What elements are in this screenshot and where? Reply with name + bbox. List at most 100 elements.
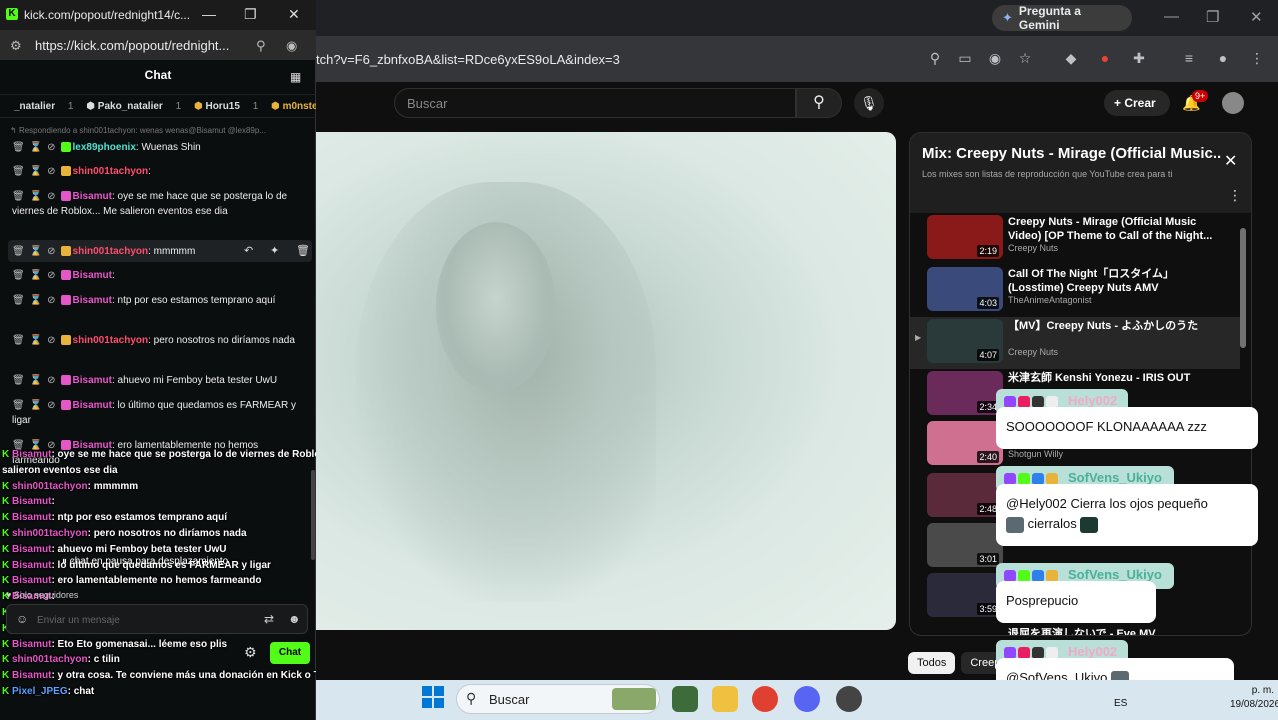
app-icon[interactable] [672,686,698,712]
top-user[interactable]: ⬢ m0nste [271,101,316,112]
minimize-button[interactable]: — [1164,8,1179,25]
mic-icon[interactable]: 🎙 [854,88,884,118]
chrome-icon[interactable] [752,686,778,712]
address-bar[interactable]: tch?v=F6_zbnfxoBA&list=RDce6yxES9oLA&ind… [316,52,620,67]
playlist-thumbnail[interactable]: 3:59 [927,573,1003,617]
mod-actions-icon[interactable]: 🗑⌛⊘ [12,270,61,281]
kick-badge-icon: K [2,512,12,524]
maximize-button[interactable]: ❐ [1206,8,1219,26]
chat-settings-icon[interactable]: ▦ [290,70,301,84]
playlist-bottom-item[interactable]: 退屈を再演しないで - Eve MV [1008,625,1156,635]
top-user[interactable]: ⬢ Pako_natalier 1 [86,101,181,112]
close-button[interactable]: ✕ [288,6,300,23]
chat-username[interactable]: Bisamut [73,191,112,202]
chat-paused-notice[interactable]: ⏸ chat en pausa para desplazamiento [62,556,228,567]
playlist-item[interactable]: 2:19 Creepy Nuts - Mirage (Official Music… [910,213,1240,265]
more-icon[interactable]: ⋮ [1228,187,1242,204]
site-info-icon[interactable]: ⚙ [10,38,22,54]
playlist-thumbnail[interactable]: 2:48 [927,473,1003,517]
mod-actions-icon[interactable]: 🗑⌛⊘ [12,166,61,177]
chip-all[interactable]: Todos [908,652,956,674]
file-explorer-icon[interactable] [712,686,738,712]
clock[interactable]: p. m. 19/08/2026 [1230,684,1278,712]
maximize-button[interactable]: ❐ [244,6,257,23]
profile-icon[interactable]: ● [1214,50,1232,66]
discord-icon[interactable] [794,686,820,712]
chat-username[interactable]: lex89phoenix [73,142,136,153]
obs-icon[interactable] [836,686,862,712]
emote-icon[interactable]: ☻ [288,612,301,626]
gear-icon[interactable]: ⚙ [244,644,257,661]
cast-icon[interactable]: ▭ [956,50,974,67]
chat-username[interactable]: Bisamut [73,400,112,411]
mod-actions-icon[interactable]: 🗑⌛⊘ [12,295,61,306]
mod-actions-icon[interactable]: 🗑⌛⊘ [12,142,61,153]
playlist-scrollbar[interactable] [1240,228,1246,348]
playlist-thumbnail[interactable]: 2:19 [927,215,1003,259]
chat-message[interactable]: 🗑⌛⊘ Bisamut: ahuevo mi Femboy beta tester… [12,373,308,388]
windows-start-icon[interactable] [422,686,444,708]
chat-text: : pero nosotros no diríamos nada [148,335,295,346]
search-icon[interactable]: ⚲ [796,88,842,118]
zoom-icon[interactable]: ⚲ [926,50,944,67]
avatar[interactable] [1222,92,1244,114]
gemini-button[interactable]: ✦ Pregunta a Gemini [992,4,1132,32]
top-user[interactable]: _natalier 1 [14,101,73,112]
chat-message[interactable]: 🗑⌛⊘ Bisamut: ntp por eso estamos temprano… [12,293,308,308]
close-button[interactable]: ✕ [1250,8,1263,26]
chat-username[interactable]: shin001tachyon [73,246,149,257]
eye-off-icon[interactable]: ◉ [986,50,1004,67]
kick-url[interactable]: https://kick.com/popout/rednight... [35,38,245,53]
playlist-thumbnail[interactable]: 2:40 [927,421,1003,465]
kick-badge-icon: K [2,575,12,587]
extension-icon[interactable]: ◆ [1062,50,1080,67]
menu-icon[interactable]: ⋮ [1248,50,1266,67]
create-button[interactable]: + Crear [1104,90,1170,116]
chat-username[interactable]: Bisamut [73,295,112,306]
chat-message[interactable]: 🗑⌛⊘ shin001tachyon: mmmmm [12,244,308,259]
chat-username[interactable]: Bisamut [73,375,112,386]
star-icon[interactable]: ☆ [1016,50,1034,67]
media-icon[interactable]: ≡ [1180,50,1198,66]
chat-message[interactable]: 🗑⌛⊘ shin001tachyon: pero nosotros no dirí… [12,333,308,348]
translate-icon[interactable]: ⇄ [264,612,274,626]
playlist-thumbnail[interactable]: 3:01 [927,523,1003,567]
playlist-item-title[interactable]: Call Of The Night「ロスタイム」(Losstime) Creep… [1008,267,1218,295]
chat-username[interactable]: shin001tachyon [73,166,149,177]
top-user[interactable]: ⬢ Horu15 1 [194,101,258,112]
close-icon[interactable]: ✕ [1224,151,1237,171]
adblock-icon[interactable]: ● [1096,50,1114,66]
chat-username[interactable]: Bisamut [73,270,112,281]
chat-input[interactable]: Enviar un mensaje [6,604,308,634]
playlist-item-title[interactable]: Creepy Nuts - Mirage (Official Music Vid… [1008,215,1218,243]
mod-actions-icon[interactable]: 🗑⌛⊘ [12,375,61,386]
mod-actions-icon[interactable]: 🗑⌛⊘ [12,400,61,411]
video-player[interactable] [316,132,896,630]
yt-search-input[interactable]: Buscar [394,88,796,118]
eye-off-icon[interactable]: ◉ [286,38,297,54]
minimize-button[interactable]: — [202,6,216,22]
mod-actions-icon[interactable]: 🗑⌛⊘ [12,191,61,202]
zoom-icon[interactable]: ⚲ [256,38,266,54]
playlist-item[interactable]: 4:03 Call Of The Night「ロスタイム」(Losstime) C… [910,265,1240,317]
playlist-thumbnail[interactable]: 2:34 [927,371,1003,415]
chat-message[interactable]: 🗑⌛⊘ lex89phoenix: Wuenas Shin [12,140,308,155]
playlist-item-title[interactable]: 米津玄師 Kenshi Yonezu - IRIS OUT [1008,371,1218,385]
playlist-thumbnail[interactable]: 4:03 [927,267,1003,311]
language-indicator[interactable]: ES [1114,698,1127,709]
playlist-item[interactable]: ▶ 4:07 【MV】Creepy Nuts - よふかしのうた Creepy Nut… [910,317,1240,369]
playlist-thumbnail[interactable]: 4:07 [927,319,1003,363]
send-chat-button[interactable]: Chat [270,642,310,664]
chat-scrollbar[interactable] [311,470,315,560]
puzzle-icon[interactable]: ✚ [1130,50,1148,67]
mod-actions-icon[interactable]: 🗑⌛⊘ [12,335,61,346]
emoji-picker-icon[interactable]: ☺ [16,612,28,626]
chat-message[interactable]: 🗑⌛⊘ Bisamut: oye se me hace que se poster… [12,189,308,219]
chat-message[interactable]: 🗑⌛⊘ shin001tachyon: [12,164,308,179]
chat-username[interactable]: shin001tachyon [73,335,149,346]
chat-message[interactable]: 🗑⌛⊘ Bisamut: lo último que quedamos es FA… [12,398,308,428]
chat-message[interactable]: 🗑⌛⊘ Bisamut: [12,268,308,283]
playlist-title[interactable]: Mix: Creepy Nuts - Mirage (Official Musi… [922,145,1222,162]
playlist-item-title[interactable]: 【MV】Creepy Nuts - よふかしのうた [1008,319,1218,333]
mod-actions-icon[interactable]: 🗑⌛⊘ [12,246,61,257]
